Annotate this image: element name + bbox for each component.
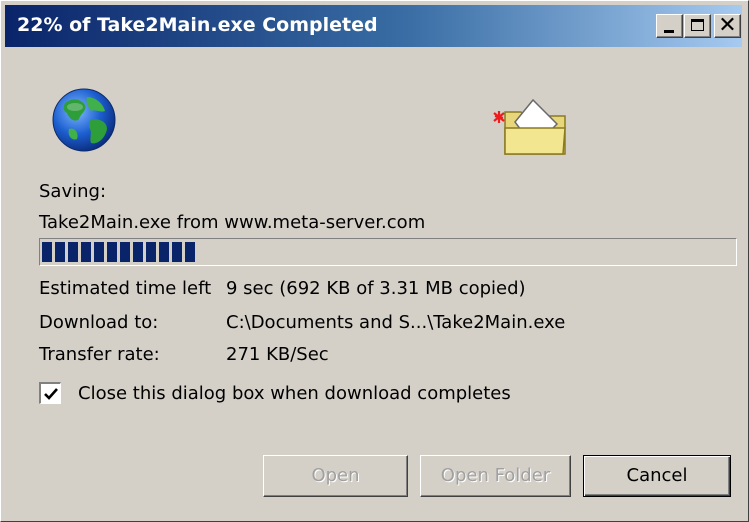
minimize-icon bbox=[664, 30, 674, 33]
download-to-value: C:\Documents and S...\Take2Main.exe bbox=[226, 312, 566, 333]
file-source-text: Take2Main.exe from www.meta-server.com bbox=[39, 212, 426, 233]
open-button[interactable]: Open bbox=[263, 455, 408, 497]
download-dialog: 22% of Take2Main.exe Completed ✕ Saving:… bbox=[0, 0, 749, 522]
checkmark-icon bbox=[44, 388, 58, 400]
window-title: 22% of Take2Main.exe Completed bbox=[17, 14, 378, 36]
close-button[interactable]: ✕ bbox=[714, 13, 741, 38]
maximize-button[interactable] bbox=[684, 14, 711, 38]
globe-icon bbox=[52, 88, 116, 152]
close-on-complete-checkbox[interactable] bbox=[39, 382, 61, 404]
folder-icon bbox=[493, 98, 566, 155]
maximize-icon bbox=[691, 19, 704, 31]
transfer-rate-label: Transfer rate: bbox=[39, 344, 160, 365]
transfer-rate-value: 271 KB/Sec bbox=[226, 344, 329, 365]
minimize-button[interactable] bbox=[656, 14, 683, 38]
close-icon: ✕ bbox=[718, 13, 737, 38]
progress-fill bbox=[42, 242, 195, 262]
time-left-label: Estimated time left bbox=[39, 278, 212, 299]
close-on-complete-label[interactable]: Close this dialog box when download comp… bbox=[78, 383, 511, 404]
title-bar[interactable]: 22% of Take2Main.exe Completed ✕ bbox=[5, 5, 742, 47]
download-progress-bar bbox=[39, 238, 737, 266]
open-folder-button[interactable]: Open Folder bbox=[420, 455, 571, 497]
saving-label: Saving: bbox=[39, 181, 107, 202]
time-left-value: 9 sec (692 KB of 3.31 MB copied) bbox=[226, 278, 526, 299]
download-to-label: Download to: bbox=[39, 312, 159, 333]
cancel-button[interactable]: Cancel bbox=[583, 455, 731, 497]
